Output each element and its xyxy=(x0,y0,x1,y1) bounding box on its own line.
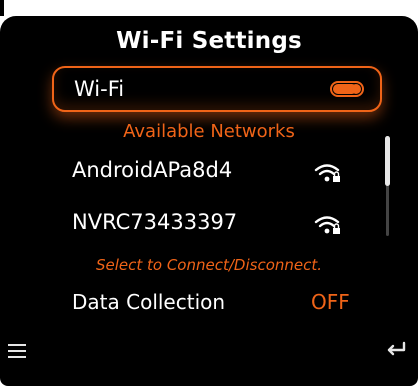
available-networks-header: Available Networks xyxy=(123,121,295,142)
wifi-lock-icon xyxy=(314,164,340,182)
scrollbar-thumb[interactable] xyxy=(385,136,390,186)
wifi-toggle-switch[interactable] xyxy=(330,81,364,97)
screen-notch xyxy=(0,0,4,16)
data-collection-value[interactable]: OFF xyxy=(311,290,350,314)
back-icon[interactable] xyxy=(384,340,408,360)
network-name: NVRC73433397 xyxy=(72,210,238,234)
menu-icon[interactable] xyxy=(8,344,26,358)
network-name: AndroidAPa8d4 xyxy=(72,158,233,182)
toggle-knob xyxy=(351,84,361,94)
device-screen: Wi-Fi Settings Wi-Fi Available Networks … xyxy=(0,16,418,386)
page-title: Wi-Fi Settings xyxy=(116,28,302,54)
wifi-lock-icon xyxy=(314,216,340,234)
wifi-toggle-row[interactable]: Wi-Fi xyxy=(52,66,382,112)
network-item[interactable]: AndroidAPa8d4 xyxy=(72,158,232,182)
wifi-label: Wi-Fi xyxy=(74,77,125,101)
scrollbar[interactable] xyxy=(385,136,390,236)
connect-hint: Select to Connect/Disconnect. xyxy=(95,256,323,274)
network-item[interactable]: NVRC73433397 xyxy=(72,210,237,234)
data-collection-label[interactable]: Data Collection xyxy=(72,290,225,314)
